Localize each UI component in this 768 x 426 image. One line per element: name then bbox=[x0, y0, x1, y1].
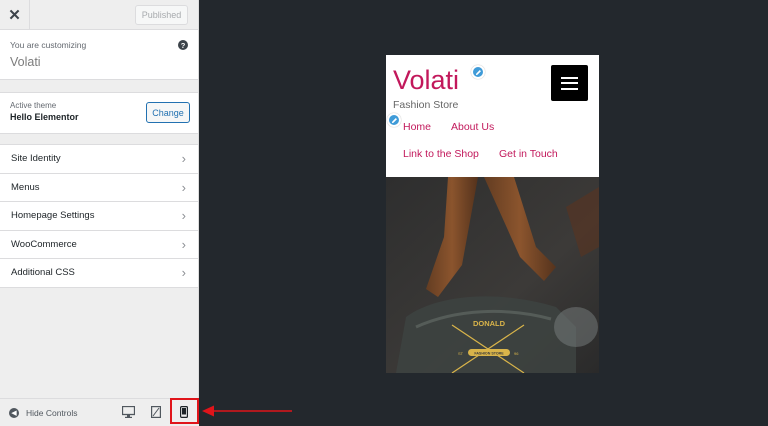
customizer-topbar: ✕ Published bbox=[0, 0, 198, 30]
menu-item-additional-css[interactable]: Additional CSS › bbox=[0, 259, 198, 288]
hero-image: DONALD FASHION STORE ST 96 bbox=[386, 177, 599, 373]
close-icon[interactable]: ✕ bbox=[0, 0, 30, 30]
pointer-arrow-icon bbox=[202, 405, 292, 417]
customizer-sidebar: ✕ Published You are customizing Volati ?… bbox=[0, 0, 199, 426]
tablet-preview-icon[interactable] bbox=[149, 405, 163, 419]
menu-item-site-identity[interactable]: Site Identity › bbox=[0, 145, 198, 174]
badge-left-text: ST bbox=[458, 351, 464, 356]
customizer-menu: Site Identity › Menus › Homepage Setting… bbox=[0, 144, 198, 288]
nav-link-home[interactable]: Home bbox=[403, 121, 431, 133]
menu-item-menus[interactable]: Menus › bbox=[0, 174, 198, 202]
customizing-info: You are customizing Volati ? bbox=[0, 30, 198, 80]
badge-center-text: FASHION STORE bbox=[474, 352, 504, 356]
chevron-right-icon: › bbox=[181, 208, 186, 224]
collapse-icon[interactable]: ◀ bbox=[9, 407, 19, 418]
nav-link-contact[interactable]: Get in Touch bbox=[499, 148, 558, 160]
site-preview: Volati Fashion Store Home About Us Link … bbox=[386, 55, 599, 373]
menu-item-label: Menus bbox=[11, 181, 40, 193]
edit-pencil-icon[interactable] bbox=[387, 113, 401, 127]
chevron-right-icon: › bbox=[181, 179, 186, 195]
customizing-label: You are customizing bbox=[10, 40, 87, 50]
chevron-right-icon: › bbox=[181, 265, 186, 281]
menu-item-label: WooCommerce bbox=[11, 238, 77, 250]
menu-item-label: Site Identity bbox=[11, 153, 61, 165]
desktop-preview-icon[interactable] bbox=[121, 405, 135, 419]
active-theme-section: Active theme Hello Elementor Change bbox=[0, 92, 198, 134]
nav-link-about[interactable]: About Us bbox=[451, 121, 494, 133]
chevron-right-icon: › bbox=[181, 236, 186, 252]
menu-item-woocommerce[interactable]: WooCommerce › bbox=[0, 231, 198, 259]
nav-link-shop[interactable]: Link to the Shop bbox=[403, 148, 479, 160]
help-icon[interactable]: ? bbox=[178, 40, 188, 50]
edit-pencil-icon[interactable] bbox=[471, 65, 485, 79]
menu-item-label: Additional CSS bbox=[11, 267, 75, 279]
badge-top-text: DONALD bbox=[473, 319, 506, 328]
menu-item-label: Homepage Settings bbox=[11, 210, 95, 222]
hide-controls-button[interactable]: Hide Controls bbox=[26, 408, 78, 418]
site-tagline: Fashion Store bbox=[393, 99, 459, 111]
mobile-preview-highlight bbox=[170, 398, 199, 424]
site-name: Volati bbox=[10, 55, 41, 69]
badge-right-text: 96 bbox=[514, 351, 519, 356]
chevron-right-icon: › bbox=[181, 151, 186, 167]
menu-item-homepage-settings[interactable]: Homepage Settings › bbox=[0, 202, 198, 231]
site-brand[interactable]: Volati bbox=[393, 65, 459, 96]
hamburger-menu-icon[interactable] bbox=[551, 65, 588, 101]
change-theme-button[interactable]: Change bbox=[146, 102, 190, 123]
publish-button[interactable]: Published bbox=[135, 5, 188, 25]
